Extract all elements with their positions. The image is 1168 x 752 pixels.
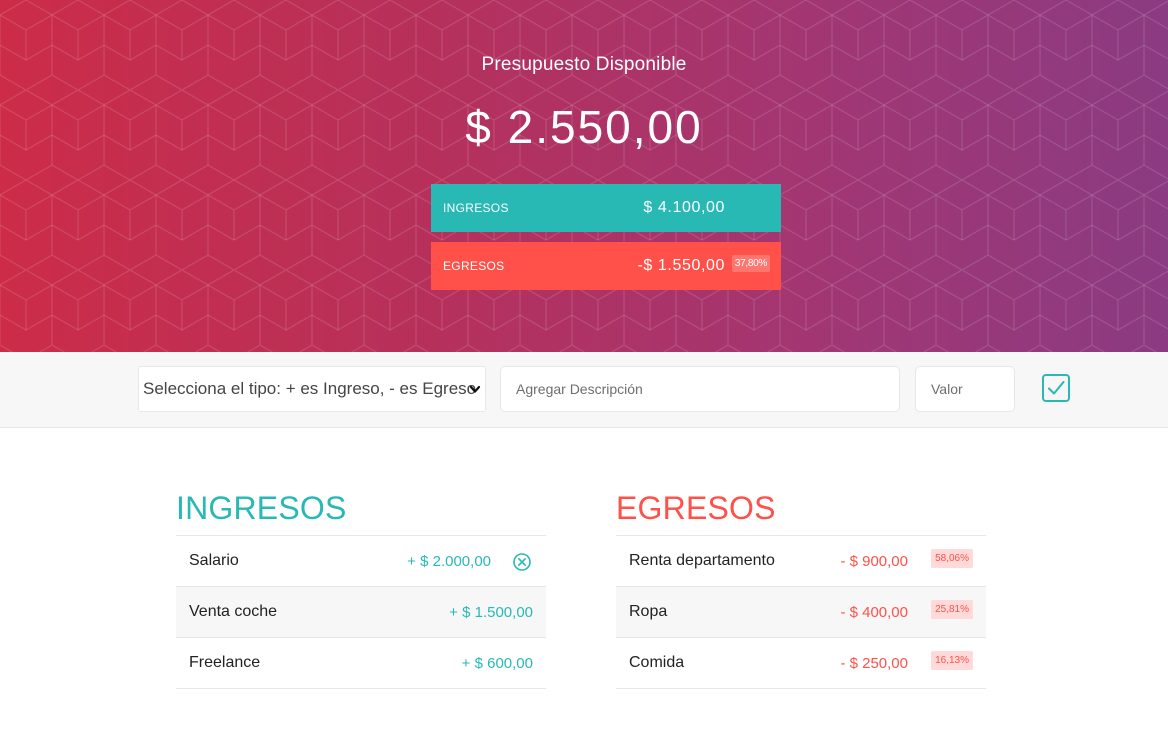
description-input[interactable] — [500, 366, 900, 412]
expense-summary: EGRESOS -$ 1.550,00 37,80% — [431, 242, 781, 290]
list-item: Venta coche + $ 1.500,00 — [176, 587, 546, 638]
income-summary-label: INGRESOS — [443, 201, 509, 215]
type-select-value: Selecciona el tipo: + es Ingreso, - es E… — [143, 379, 477, 398]
expense-summary-value: -$ 1.550,00 — [637, 257, 725, 274]
check-square-icon — [1042, 374, 1070, 402]
item-value: - $ 250,00 — [840, 654, 908, 672]
delete-item-button[interactable] — [512, 552, 532, 572]
item-description: Salario — [189, 552, 239, 569]
item-value: - $ 900,00 — [840, 552, 908, 570]
list-item: Ropa - $ 400,00 25,81% — [616, 587, 986, 638]
expense-list: EGRESOS Renta departamento - $ 900,00 58… — [616, 480, 986, 689]
expense-summary-percentage: 37,80% — [731, 255, 770, 272]
list-item: Comida - $ 250,00 16,13% — [616, 638, 986, 689]
item-description: Venta coche — [189, 603, 278, 620]
item-percentage-badge: 58,06% — [931, 549, 973, 568]
item-description: Freelance — [189, 654, 261, 671]
item-value: + $ 600,00 — [461, 654, 533, 672]
budget-header: Presupuesto Disponible $ 2.550,00 INGRES… — [0, 0, 1168, 352]
item-percentage-badge: 25,81% — [931, 600, 973, 619]
budget-title: Presupuesto Disponible — [481, 54, 687, 75]
list-item: Salario + $ 2.000,00 — [176, 536, 546, 587]
value-input[interactable] — [915, 366, 1015, 412]
income-summary-value: $ 4.100,00 — [643, 199, 725, 216]
chevron-down-icon — [469, 385, 481, 393]
add-entry-bar: Selecciona el tipo: + es Ingreso, - es E… — [0, 352, 1168, 428]
income-summary: INGRESOS $ 4.100,00 — [431, 184, 781, 232]
income-list-title: INGRESOS — [176, 480, 546, 536]
item-value: + $ 2.000,00 — [407, 552, 491, 570]
close-circle-icon — [513, 553, 531, 571]
item-value: + $ 1.500,00 — [449, 603, 533, 621]
item-description: Renta departamento — [629, 552, 775, 569]
item-value: - $ 400,00 — [840, 603, 908, 621]
expense-list-title: EGRESOS — [616, 480, 986, 536]
list-item: Freelance + $ 600,00 — [176, 638, 546, 689]
add-entry-button[interactable] — [1040, 372, 1072, 404]
income-list: INGRESOS Salario + $ 2.000,00 Venta coch… — [176, 480, 546, 689]
item-description: Comida — [629, 654, 685, 671]
item-description: Ropa — [629, 603, 668, 620]
list-item: Renta departamento - $ 900,00 58,06% — [616, 536, 986, 587]
item-percentage-badge: 16,13% — [931, 651, 973, 670]
expense-summary-label: EGRESOS — [443, 259, 505, 273]
type-select[interactable]: Selecciona el tipo: + es Ingreso, - es E… — [138, 366, 486, 412]
budget-total-value: $ 2.550,00 — [465, 101, 703, 153]
